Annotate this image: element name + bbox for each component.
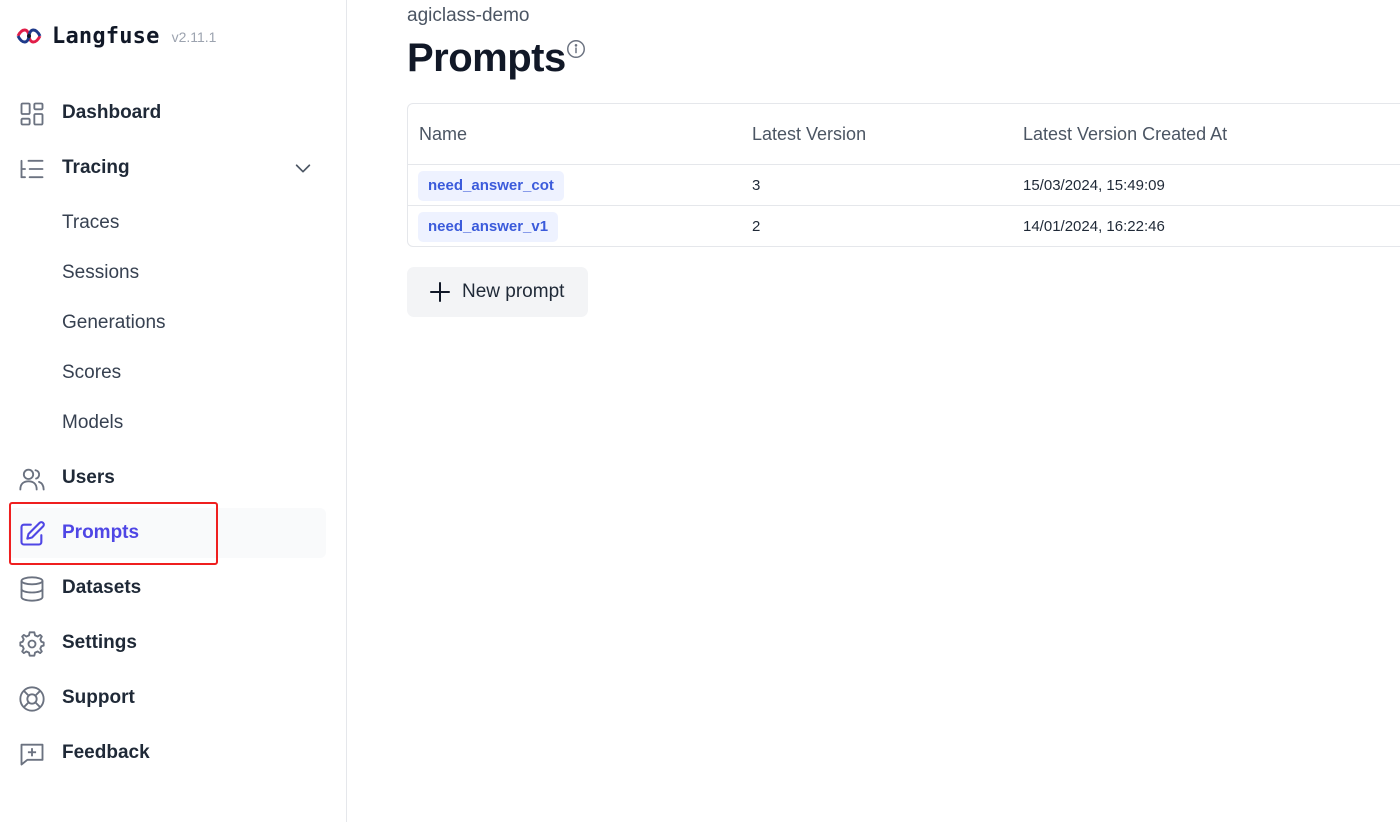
sidebar-item-datasets[interactable]: Datasets xyxy=(8,563,326,613)
sidebar-item-label: Dashboard xyxy=(62,102,162,123)
sidebar-item-label: Feedback xyxy=(62,742,150,763)
column-header-latest-version[interactable]: Latest Version xyxy=(752,124,866,145)
prompt-created-at: 14/01/2024, 16:22:46 xyxy=(1023,218,1165,235)
sidebar-subitem-generations[interactable]: Generations xyxy=(62,312,166,334)
gear-icon xyxy=(18,630,46,658)
info-icon[interactable] xyxy=(565,38,587,60)
message-plus-icon xyxy=(18,740,46,768)
prompt-version: 3 xyxy=(752,177,761,194)
sidebar-subitem-sessions[interactable]: Sessions xyxy=(62,262,139,284)
table-header: Name Latest Version Latest Version Creat… xyxy=(408,104,1400,165)
sidebar-item-label: Users xyxy=(62,467,115,488)
sidebar-item-settings[interactable]: Settings xyxy=(8,618,326,668)
sidebar-item-support[interactable]: Support xyxy=(8,673,326,723)
column-header-created-at[interactable]: Latest Version Created At xyxy=(1023,124,1227,145)
tracing-icon xyxy=(18,155,46,183)
database-icon xyxy=(18,575,46,603)
langfuse-logo-icon xyxy=(16,28,42,44)
plus-icon xyxy=(430,282,450,302)
sidebar-item-tracing[interactable]: Tracing xyxy=(8,143,326,193)
dashboard-icon xyxy=(18,100,46,128)
prompt-name-link[interactable]: need_answer_v1 xyxy=(418,212,559,242)
pencil-square-icon xyxy=(18,520,46,548)
sidebar-item-label: Datasets xyxy=(62,577,142,598)
sidebar-item-prompts[interactable]: Prompts xyxy=(8,508,326,558)
users-icon xyxy=(18,465,46,493)
brand-version: v2.11.1 xyxy=(171,29,217,45)
chevron-down-icon[interactable] xyxy=(292,157,314,179)
prompts-table: Name Latest Version Latest Version Creat… xyxy=(407,103,1400,247)
brand[interactable]: Langfuse v2.11.1 xyxy=(16,22,216,50)
sidebar: Langfuse v2.11.1 Dashboard Tracing Trace… xyxy=(0,0,347,822)
main-content: agiclass-demo Prompts Name Latest Versio… xyxy=(347,0,1400,822)
sidebar-item-feedback[interactable]: Feedback xyxy=(8,728,326,778)
sidebar-subitem-models[interactable]: Models xyxy=(62,412,123,434)
sidebar-item-label: Prompts xyxy=(62,522,140,543)
table-row[interactable]: need_answer_cot 3 15/03/2024, 15:49:09 xyxy=(408,165,1400,206)
sidebar-item-label: Tracing xyxy=(62,157,130,178)
sidebar-subitem-scores[interactable]: Scores xyxy=(62,362,121,384)
sidebar-item-label: Settings xyxy=(62,632,137,653)
sidebar-item-dashboard[interactable]: Dashboard xyxy=(8,88,326,138)
table-row[interactable]: need_answer_v1 2 14/01/2024, 16:22:46 xyxy=(408,206,1400,246)
column-header-name[interactable]: Name xyxy=(419,124,467,145)
new-prompt-button[interactable]: New prompt xyxy=(407,267,588,317)
sidebar-item-label: Support xyxy=(62,687,135,708)
new-prompt-label: New prompt xyxy=(462,281,565,302)
page-title: Prompts xyxy=(407,36,566,80)
prompt-version: 2 xyxy=(752,218,761,235)
lifebuoy-icon xyxy=(18,685,46,713)
project-name[interactable]: agiclass-demo xyxy=(407,5,530,27)
sidebar-item-users[interactable]: Users xyxy=(8,453,326,503)
brand-name: Langfuse xyxy=(52,23,160,49)
prompt-created-at: 15/03/2024, 15:49:09 xyxy=(1023,177,1165,194)
sidebar-subitem-traces[interactable]: Traces xyxy=(62,212,119,234)
prompt-name-link[interactable]: need_answer_cot xyxy=(418,171,564,201)
